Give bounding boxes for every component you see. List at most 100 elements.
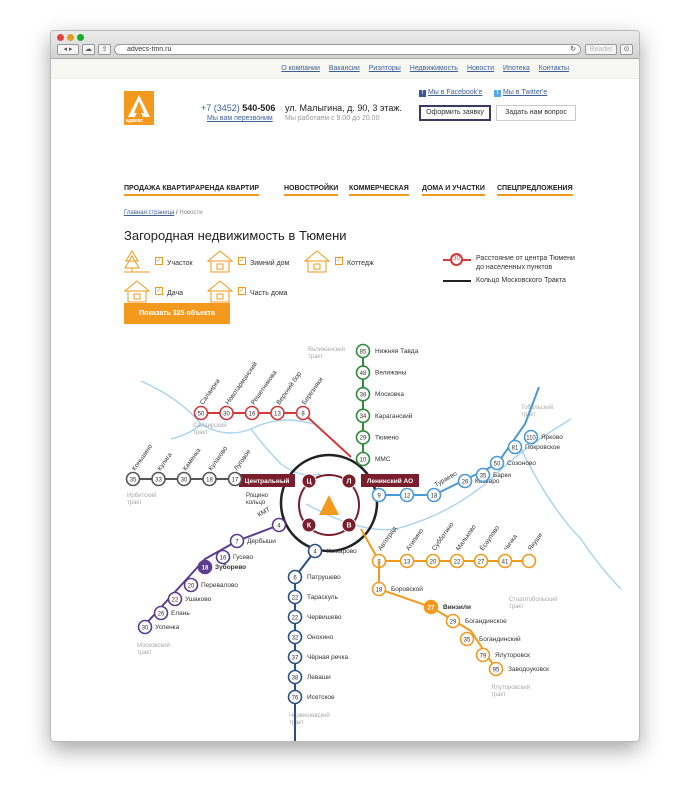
tract-label: тракт <box>308 354 323 360</box>
station-label: Леваши <box>307 674 331 681</box>
station-label: Каменка <box>182 447 203 472</box>
show-objects-button[interactable]: Показать 325 объекта <box>124 303 230 324</box>
tract-label: Тобольский <box>521 404 553 411</box>
cloud-icon[interactable]: ☁ <box>82 44 95 55</box>
station-label: Атипино <box>405 527 425 552</box>
topnav-item[interactable]: Риэлторы <box>369 65 401 72</box>
station-num: 29 <box>450 619 457 625</box>
station-label: Кулаково <box>207 445 229 472</box>
filter-label: Участок <box>167 260 193 268</box>
topnav-item[interactable]: Ипотека <box>503 65 530 72</box>
station-num: 33 <box>155 477 162 483</box>
minimize-dot-icon[interactable] <box>67 34 74 41</box>
station-num: 79 <box>480 653 487 659</box>
station-num: 20 <box>188 583 195 589</box>
station-label: ММС <box>375 456 391 463</box>
station-num: 34 <box>360 414 367 420</box>
station-num: 38 <box>292 675 299 681</box>
station-label: Кулига <box>156 451 174 472</box>
mainnav-item[interactable]: ПРОДАЖА КВАРТИР <box>124 185 195 196</box>
filter-item[interactable]: ✓ Зимний дом <box>206 249 289 273</box>
station-label: Чичка <box>503 533 519 552</box>
hub-label: К <box>307 523 312 530</box>
mainnav-item[interactable]: АРЕНДА КВАРТИР <box>195 185 260 196</box>
facebook-link[interactable]: f Мы в Facebook'e <box>419 89 482 97</box>
topnav-item[interactable]: Недвижимость <box>410 65 458 72</box>
address: ул. Малыгина, д. 90, 3 этаж. <box>285 103 402 113</box>
station-label: Московка <box>375 391 404 398</box>
tag-central: Центральный <box>245 477 290 485</box>
legend-dist-text: Расстояние от центра Тюмени <box>476 255 575 262</box>
topnav-item[interactable]: О компании <box>281 65 320 72</box>
share-icon[interactable]: ⇪ <box>98 44 111 55</box>
filter-checkbox[interactable]: ✓ <box>238 287 246 295</box>
station-num: 110 <box>526 435 536 441</box>
station-num: 16 <box>249 411 256 417</box>
station-num: 81 <box>512 445 519 451</box>
station-num: 30 <box>142 625 149 631</box>
breadcrumb-home[interactable]: Главная страница <box>124 210 174 216</box>
close-dot-icon[interactable] <box>57 34 64 41</box>
downloads-icon[interactable]: ⊙ <box>620 44 633 55</box>
station-label: Зуборево <box>215 563 246 571</box>
tract-label: Старотобольский <box>509 596 558 603</box>
station-num: 10 <box>360 457 367 463</box>
station-label: Мальково <box>455 523 478 552</box>
station-circle[interactable] <box>521 553 537 569</box>
station-label: Патрушево <box>307 574 341 581</box>
logo[interactable]: адвекс <box>124 91 154 125</box>
station-label: Решетникова <box>250 369 279 406</box>
filter-checkbox[interactable]: ✓ <box>238 257 246 265</box>
dacha-icon <box>123 280 151 303</box>
facebook-label: Мы в Facebook'e <box>427 89 483 96</box>
mainnav-item[interactable]: НОВОСТРОЙКИ <box>284 185 339 196</box>
filter-item[interactable]: ✓ Коттедж <box>303 249 374 273</box>
filter-item[interactable]: ✓ Часть дома <box>206 279 288 303</box>
topnav-item[interactable]: Контакты <box>539 65 569 72</box>
station-num: 38 <box>360 393 367 399</box>
zoom-dot-icon[interactable] <box>77 34 84 41</box>
station-label: Исетское <box>307 694 335 701</box>
filter-item[interactable]: ✓ Дача <box>123 279 184 303</box>
top-bar: О компании Вакансии Риэлторы Недвижимость Но… <box>51 59 639 79</box>
topnav-item[interactable]: Новости <box>467 65 494 72</box>
address-bar[interactable]: advecs-tmn.ru ↻ <box>114 44 581 55</box>
phone-number: 540-506 <box>242 103 276 113</box>
filter-item[interactable]: ✓ Участок <box>124 249 193 273</box>
station-num: 22 <box>292 595 299 601</box>
filter-checkbox[interactable]: ✓ <box>155 257 163 265</box>
order-button[interactable]: Оформить заявку <box>419 105 491 121</box>
station-num: 30 <box>223 411 230 417</box>
page-content: адвекс +7 (3452) 540-506 Мы вам перезвон… <box>51 79 639 741</box>
station-num: 22 <box>454 559 461 565</box>
filter-checkbox[interactable]: ✓ <box>335 257 343 265</box>
topnav-item[interactable]: Вакансии <box>329 65 360 72</box>
top-nav: О компании Вакансии Риэлторы Недвижимость Но… <box>272 65 569 72</box>
breadcrumb-current: Новости <box>179 210 203 216</box>
tract-label: тракт <box>137 650 152 656</box>
legend-dist-text2: до населенных пунктов <box>476 264 553 271</box>
page-title: Загородная недвижимость в Тюмени <box>124 228 347 243</box>
ask-question-button[interactable]: Задать нам вопрос <box>496 105 576 121</box>
filter-checkbox[interactable]: ✓ <box>155 287 163 295</box>
mainnav-item[interactable]: КОММЕРЧЕСКАЯ <box>349 185 409 196</box>
twitter-label: Мы в Twitter'e <box>502 89 548 96</box>
mainnav-item[interactable]: ДОМА И УЧАСТКИ <box>422 185 485 196</box>
mainnav-item[interactable]: СПЕЦПРЕДЛОЖЕНИЯ <box>497 185 573 196</box>
reload-icon[interactable]: ↻ <box>570 45 576 54</box>
station-label: Субботино <box>430 520 456 552</box>
station-num: 20 <box>430 559 437 565</box>
house-icon <box>206 250 234 273</box>
station-label: Коньшино <box>131 443 154 472</box>
station-label: Нижняя Тавда <box>375 348 419 355</box>
station-label: Ярково <box>541 434 563 441</box>
station-num: 32 <box>292 635 299 641</box>
center-logo-icon <box>319 495 339 515</box>
reader-button[interactable]: Reader <box>585 44 617 55</box>
station-label: Тюмено <box>375 434 399 441</box>
phone: +7 (3452) 540-506 <box>201 103 275 113</box>
twitter-link[interactable]: t Мы в Twitter'e <box>494 89 547 97</box>
filter-label: Дача <box>167 290 184 298</box>
back-forward-icon[interactable]: ◂ ▸ <box>57 44 79 55</box>
callback-link[interactable]: Мы вам перезвоним <box>207 115 273 122</box>
